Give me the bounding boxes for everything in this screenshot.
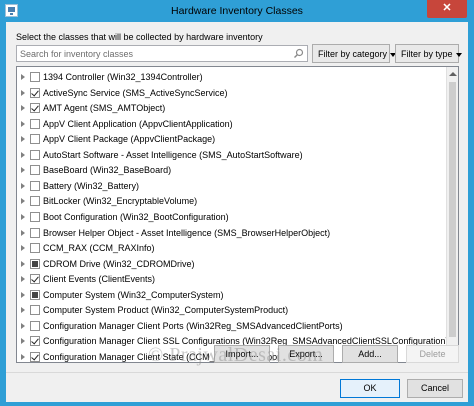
class-checkbox[interactable] xyxy=(30,336,40,347)
tree-row[interactable]: Computer System (Win32_ComputerSystem) xyxy=(17,289,447,302)
expand-arrow-icon[interactable] xyxy=(21,136,25,143)
class-checkbox[interactable] xyxy=(30,243,40,254)
class-label: Computer System Product (Win32_ComputerS… xyxy=(43,305,289,316)
expand-arrow-icon[interactable] xyxy=(21,120,25,127)
expand-arrow-icon[interactable] xyxy=(21,182,25,189)
expand-arrow-icon[interactable] xyxy=(21,74,25,80)
close-button[interactable]: ✕ xyxy=(427,0,467,18)
tree-row[interactable]: BaseBoard (Win32_BaseBoard) xyxy=(17,164,447,177)
ok-button[interactable]: OK xyxy=(340,379,400,398)
tree-row[interactable]: AutoStart Software - Asset Intelligence … xyxy=(17,149,447,162)
tree-row[interactable]: AppV Client Application (AppvClientAppli… xyxy=(17,118,447,131)
class-label: CCM_RAX (CCM_RAXInfo) xyxy=(43,243,155,254)
expand-arrow-icon[interactable] xyxy=(21,229,25,236)
expand-arrow-icon[interactable] xyxy=(21,322,25,329)
class-checkbox[interactable] xyxy=(30,87,40,98)
search-input[interactable] xyxy=(20,48,280,60)
tree-row[interactable]: ActiveSync Service (SMS_ActiveSyncServic… xyxy=(17,87,447,100)
class-checkbox[interactable] xyxy=(30,211,40,222)
class-checkbox[interactable] xyxy=(30,196,40,207)
expand-arrow-icon[interactable] xyxy=(21,245,25,252)
tree-row[interactable]: Configuration Manager Client Ports (Win3… xyxy=(17,320,447,333)
filter-by-category-button[interactable]: Filter by category xyxy=(312,44,397,63)
expand-arrow-icon[interactable] xyxy=(21,260,25,267)
tree-row[interactable]: Client Events (ClientEvents) xyxy=(17,273,447,286)
tree-row[interactable]: CDROM Drive (Win32_CDROMDrive) xyxy=(17,258,447,271)
scroll-thumb[interactable] xyxy=(449,82,456,337)
expand-arrow-icon[interactable] xyxy=(21,105,25,112)
class-checkbox[interactable] xyxy=(30,118,40,129)
filter-by-type-button[interactable]: Filter by type xyxy=(395,44,462,63)
tree-row[interactable]: AppV Client Package (AppvClientPackage) xyxy=(17,133,447,146)
filter-by-type-label: Filter by type xyxy=(401,49,453,59)
tree-row[interactable]: Battery (Win32_Battery) xyxy=(17,180,447,193)
class-checkbox[interactable] xyxy=(30,134,40,145)
add-button[interactable]: Add... xyxy=(342,345,398,363)
tree-row[interactable]: Computer System Product (Win32_ComputerS… xyxy=(17,304,447,317)
class-label: Client Events (ClientEvents) xyxy=(43,274,156,285)
window-title: Hardware Inventory Classes xyxy=(171,5,303,17)
instructions-label: Select the classes that will be collecte… xyxy=(16,32,263,42)
class-checkbox[interactable] xyxy=(30,351,40,362)
class-checkbox[interactable] xyxy=(30,320,40,331)
class-checkbox[interactable] xyxy=(30,180,40,191)
tree-row[interactable]: Browser Helper Object - Asset Intelligen… xyxy=(17,227,447,240)
tree-row[interactable]: AMT Agent (SMS_AMTObject) xyxy=(17,102,447,115)
expand-arrow-icon[interactable] xyxy=(21,307,25,314)
class-label: BaseBoard (Win32_BaseBoard) xyxy=(43,165,172,176)
expand-arrow-icon[interactable] xyxy=(21,213,25,220)
class-checkbox[interactable] xyxy=(30,165,40,176)
footer-divider xyxy=(6,372,468,373)
tree-row[interactable]: Boot Configuration (Win32_BootConfigurat… xyxy=(17,211,447,224)
class-label: Configuration Manager Client Ports (Win3… xyxy=(43,320,343,331)
class-label: Boot Configuration (Win32_BootConfigurat… xyxy=(43,211,229,222)
vertical-scrollbar[interactable] xyxy=(446,67,458,362)
expand-arrow-icon[interactable] xyxy=(21,151,25,158)
class-label: AMT Agent (SMS_AMTObject) xyxy=(43,103,166,114)
class-checkbox[interactable] xyxy=(30,258,40,269)
class-label: AutoStart Software - Asset Intelligence … xyxy=(43,149,303,160)
class-label: BitLocker (Win32_EncryptableVolume) xyxy=(43,196,198,207)
expand-arrow-icon[interactable] xyxy=(21,167,25,174)
class-checkbox[interactable] xyxy=(30,103,40,114)
tree-row[interactable]: CCM_RAX (CCM_RAXInfo) xyxy=(17,242,447,255)
class-label: Computer System (Win32_ComputerSystem) xyxy=(43,289,224,300)
class-label: ActiveSync Service (SMS_ActiveSyncServic… xyxy=(43,87,228,98)
expand-arrow-icon[interactable] xyxy=(21,338,25,345)
class-checkbox[interactable] xyxy=(30,305,40,316)
cancel-button[interactable]: Cancel xyxy=(407,379,463,398)
watermark: © PrajwalDesai.com xyxy=(148,344,324,366)
class-checkbox[interactable] xyxy=(30,227,40,238)
class-label: AppV Client Package (AppvClientPackage) xyxy=(43,134,216,145)
class-checkbox[interactable] xyxy=(30,72,40,82)
class-label: Battery (Win32_Battery) xyxy=(43,180,140,191)
dropdown-arrow-icon xyxy=(455,52,462,57)
search-icon[interactable] xyxy=(293,48,304,59)
delete-button[interactable]: Delete xyxy=(406,345,459,363)
class-checkbox[interactable] xyxy=(30,274,40,285)
dialog-window: Hardware Inventory Classes ✕ Select the … xyxy=(0,0,474,406)
expand-arrow-icon[interactable] xyxy=(21,89,25,96)
search-box[interactable] xyxy=(16,45,308,62)
class-checkbox[interactable] xyxy=(30,289,40,300)
tree-row[interactable]: 1394 Controller (Win32_1394Controller) xyxy=(17,71,447,84)
expand-arrow-icon[interactable] xyxy=(21,353,25,360)
class-checkbox[interactable] xyxy=(30,149,40,160)
inventory-class-tree[interactable]: 1394 Controller (Win32_1394Controller) Ac… xyxy=(16,66,459,363)
class-label: Browser Helper Object - Asset Intelligen… xyxy=(43,227,331,238)
expand-arrow-icon[interactable] xyxy=(21,276,25,283)
class-label: AppV Client Application (AppvClientAppli… xyxy=(43,118,233,129)
scroll-up-icon[interactable] xyxy=(449,72,457,76)
filter-by-category-label: Filter by category xyxy=(318,49,388,59)
class-label: CDROM Drive (Win32_CDROMDrive) xyxy=(43,258,195,269)
expand-arrow-icon[interactable] xyxy=(21,198,25,205)
expand-arrow-icon[interactable] xyxy=(21,291,25,298)
tree-row[interactable]: BitLocker (Win32_EncryptableVolume) xyxy=(17,195,447,208)
class-label: 1394 Controller (Win32_1394Controller) xyxy=(43,72,203,82)
title-bar[interactable]: Hardware Inventory Classes ✕ xyxy=(0,0,474,22)
